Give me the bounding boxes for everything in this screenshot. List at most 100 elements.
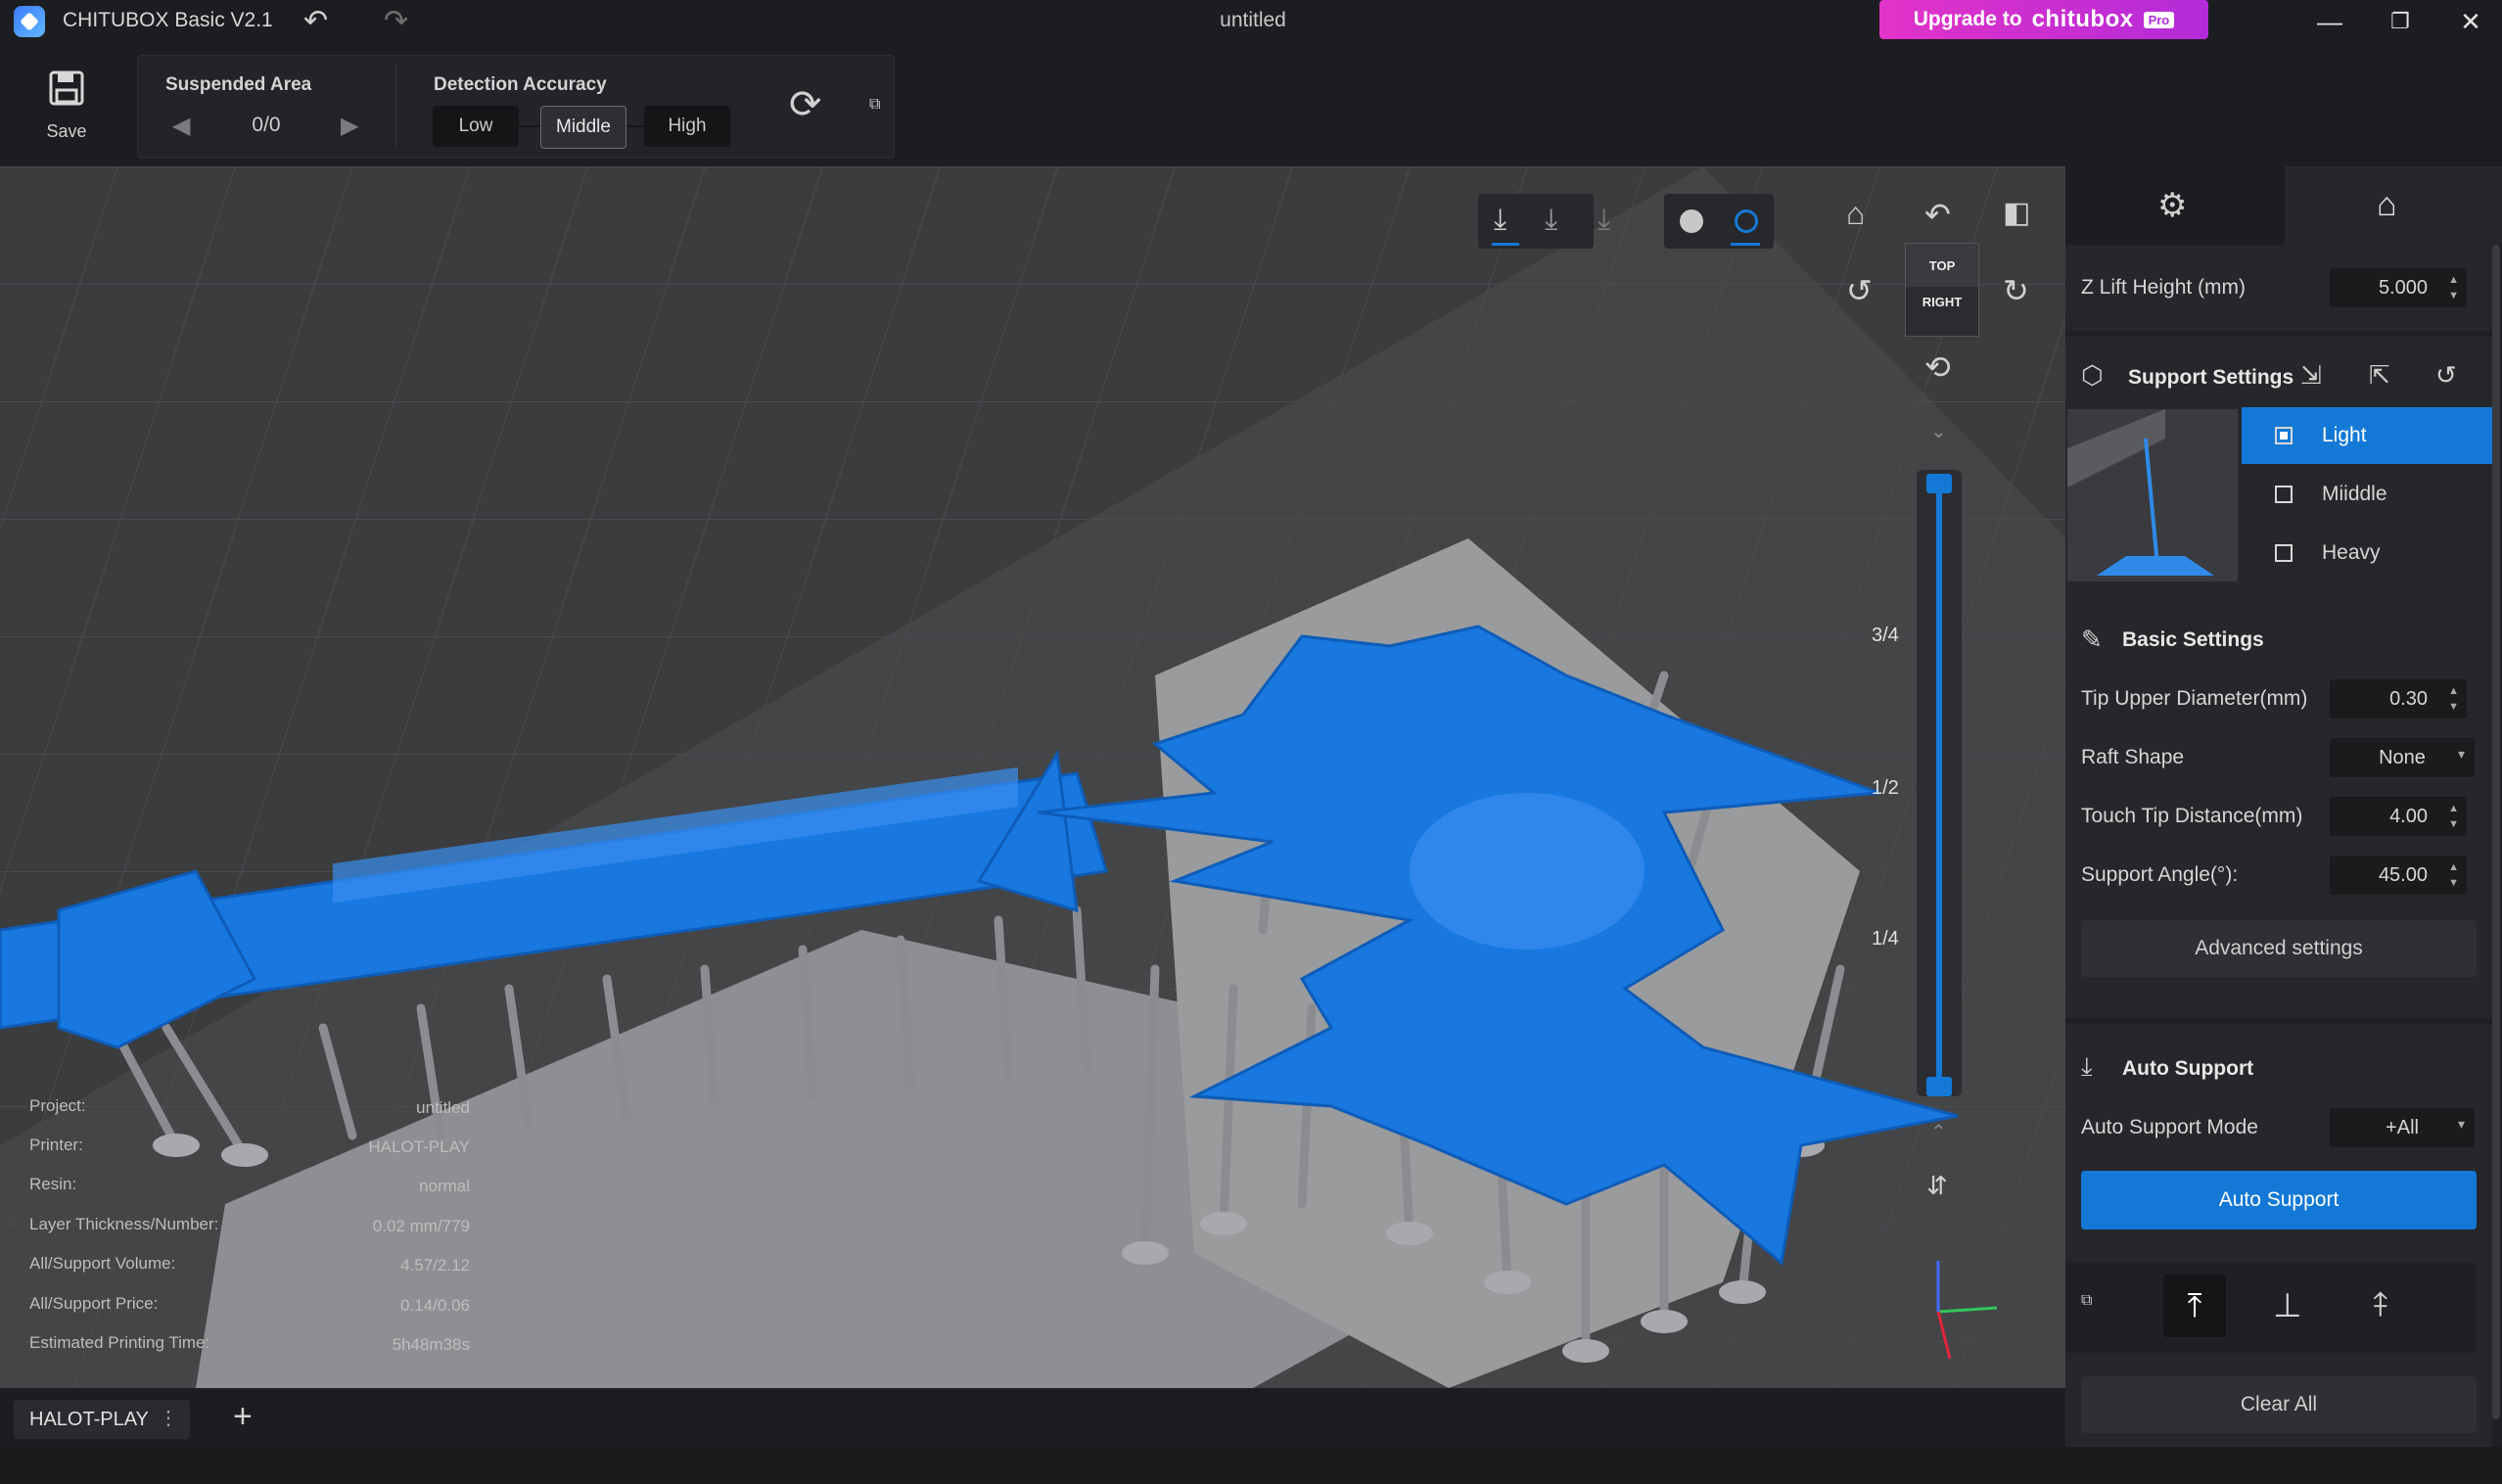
basic-settings-title: Basic Settings: [2122, 628, 2264, 651]
upgrade-brand: chitubox: [2031, 6, 2134, 32]
save-icon: [49, 70, 84, 106]
upgrade-button[interactable]: Upgrade to chitubox Pro: [1879, 0, 2208, 39]
raft-shape-value: None: [2379, 746, 2426, 768]
minimize-icon[interactable]: —: [2310, 4, 2349, 39]
prev-arrow-icon[interactable]: ◀: [172, 112, 190, 140]
printer-tab[interactable]: HALOT-PLAY ⋮: [14, 1400, 190, 1439]
undo-icon[interactable]: ↶: [303, 4, 328, 38]
app-title: CHITUBOX Basic V2.1: [63, 9, 273, 31]
touch-tip-distance-input[interactable]: 4.00 ▲ ▼: [2330, 797, 2467, 836]
spin-down-icon[interactable]: ▼: [2448, 290, 2459, 301]
spin-up-icon[interactable]: ▲: [2448, 861, 2459, 873]
support-preview-drawing: [2067, 409, 2214, 576]
raft-shape-select[interactable]: None ▾: [2330, 738, 2475, 777]
spin-down-icon[interactable]: ▼: [2448, 877, 2459, 889]
printer-tab-label: HALOT-PLAY: [29, 1408, 149, 1430]
spin-up-icon[interactable]: ▲: [2448, 274, 2459, 286]
redo-icon[interactable]: ↷: [384, 4, 408, 38]
support-view-3-icon[interactable]: ⤓: [1598, 204, 1610, 237]
active-indicator: [1492, 243, 1519, 246]
refresh-icon[interactable]: ⟳: [789, 82, 822, 127]
perspective-icon[interactable]: ◧: [2003, 196, 2030, 230]
view-cube[interactable]: TOP RIGHT: [1905, 243, 1979, 337]
tip-upper-diameter-value: 0.30: [2389, 687, 2428, 710]
raft-shape-label: Raft Shape: [2081, 746, 2185, 768]
layer-slider-bottom-handle[interactable]: [1926, 1077, 1952, 1096]
accuracy-low-button[interactable]: Low: [433, 106, 519, 147]
reset-icon[interactable]: ↺: [2435, 360, 2457, 391]
clear-all-button[interactable]: Clear All: [2081, 1376, 2477, 1433]
spin-up-icon[interactable]: ▲: [2448, 803, 2459, 814]
rotate-left-icon[interactable]: ↺: [1846, 272, 1873, 309]
support-angle-label: Support Angle(°):: [2081, 863, 2239, 886]
rotate-down-icon[interactable]: ⟲: [1924, 348, 1951, 386]
close-icon[interactable]: ✕: [2451, 4, 2490, 39]
checkbox: [2275, 486, 2293, 503]
info-value-project: untitled: [416, 1098, 470, 1117]
layer-height-icon[interactable]: ⇵: [1926, 1171, 1948, 1201]
spin-down-icon[interactable]: ▼: [2448, 818, 2459, 830]
auto-support-button[interactable]: Auto Support: [2081, 1171, 2477, 1229]
chevron-down-icon[interactable]: ⌄: [1930, 419, 1947, 443]
support-angle-input[interactable]: 45.00 ▲ ▼: [2330, 856, 2467, 895]
checkbox: [2275, 544, 2293, 562]
checkbox: [2275, 427, 2293, 444]
rotate-right-icon[interactable]: ↻: [2003, 272, 2029, 309]
info-key-volume: All/Support Volume:: [29, 1254, 176, 1273]
support-option-middle-label: Miiddle: [2322, 483, 2387, 505]
chevron-up-icon[interactable]: ⌃: [1930, 1120, 1947, 1144]
touch-tip-distance-label: Touch Tip Distance(mm): [2081, 805, 2303, 827]
z-lift-input[interactable]: 5.000 ▲ ▼: [2330, 268, 2467, 307]
xray-mode-icon[interactable]: [1735, 209, 1758, 233]
export-icon[interactable]: ⇱: [2369, 360, 2390, 391]
spin-up-icon[interactable]: ▲: [2448, 685, 2459, 697]
info-key-printer: Printer:: [29, 1136, 83, 1154]
support-view-1-icon[interactable]: ⤓: [1494, 204, 1506, 237]
3d-viewport[interactable]: [0, 166, 2065, 1388]
import-icon[interactable]: ⇲: [2300, 360, 2322, 391]
slider-mark-quarter: 1/4: [1872, 928, 1899, 950]
detach-icon[interactable]: ⧉: [869, 96, 880, 114]
support-option-light[interactable]: Light: [2242, 407, 2492, 464]
spin-down-icon[interactable]: ▼: [2448, 701, 2459, 713]
suspended-area-value: 0/0: [252, 114, 281, 136]
support-preview-image: [2067, 409, 2238, 581]
info-value-printer: HALOT-PLAY: [368, 1137, 470, 1156]
magic-wand-icon: ✎: [2081, 625, 2103, 654]
solid-mode-icon[interactable]: [1680, 209, 1703, 233]
z-lift-value: 5.000: [2378, 276, 2428, 299]
home-view-icon[interactable]: ⌂: [1846, 196, 1865, 232]
divider: [395, 65, 396, 147]
support-view-2-icon[interactable]: ⤓: [1545, 204, 1557, 237]
touch-tip-distance-value: 4.00: [2389, 805, 2428, 827]
advanced-settings-button[interactable]: Advanced settings: [2081, 920, 2477, 977]
remove-support-icon[interactable]: ⊥: [2273, 1286, 2302, 1325]
accuracy-middle-button[interactable]: Middle: [540, 106, 626, 149]
rotate-back-icon[interactable]: ↶: [1924, 196, 1951, 233]
view-cube-top[interactable]: TOP: [1906, 244, 1978, 287]
z-lift-label: Z Lift Height (mm): [2081, 276, 2247, 299]
support-settings-title: Support Settings: [2128, 366, 2294, 389]
auto-support-mode-value: +All: [2386, 1116, 2419, 1138]
info-key-price: All/Support Price:: [29, 1294, 159, 1313]
auto-support-title: Auto Support: [2122, 1057, 2254, 1080]
auto-support-mode-select[interactable]: +All ▾: [2330, 1108, 2475, 1147]
next-arrow-icon[interactable]: ▶: [341, 112, 358, 140]
tab-settings-icon[interactable]: ⚙: [2157, 186, 2187, 225]
accuracy-high-button[interactable]: High: [644, 106, 730, 147]
support-tools-group: [2065, 1263, 2477, 1353]
add-support-icon[interactable]: ⤒: [2163, 1275, 2226, 1337]
restore-icon[interactable]: ❐: [2381, 4, 2420, 39]
add-printer-icon[interactable]: +: [233, 1398, 253, 1436]
document-title: untitled: [1220, 9, 1286, 31]
support-option-heavy[interactable]: Heavy: [2242, 525, 2492, 581]
support-option-middle[interactable]: Miiddle: [2242, 466, 2492, 523]
panel-scrollbar[interactable]: [2492, 245, 2500, 1419]
view-cube-right[interactable]: RIGHT: [1906, 295, 1978, 309]
more-icon[interactable]: ⋮: [159, 1406, 178, 1430]
detach-icon[interactable]: ⧉: [2081, 1292, 2092, 1310]
edit-support-icon[interactable]: ⤉: [2373, 1286, 2387, 1324]
layer-slider-top-handle[interactable]: [1926, 474, 1952, 493]
info-key-project: Project:: [29, 1096, 86, 1115]
tip-upper-diameter-input[interactable]: 0.30 ▲ ▼: [2330, 679, 2467, 719]
